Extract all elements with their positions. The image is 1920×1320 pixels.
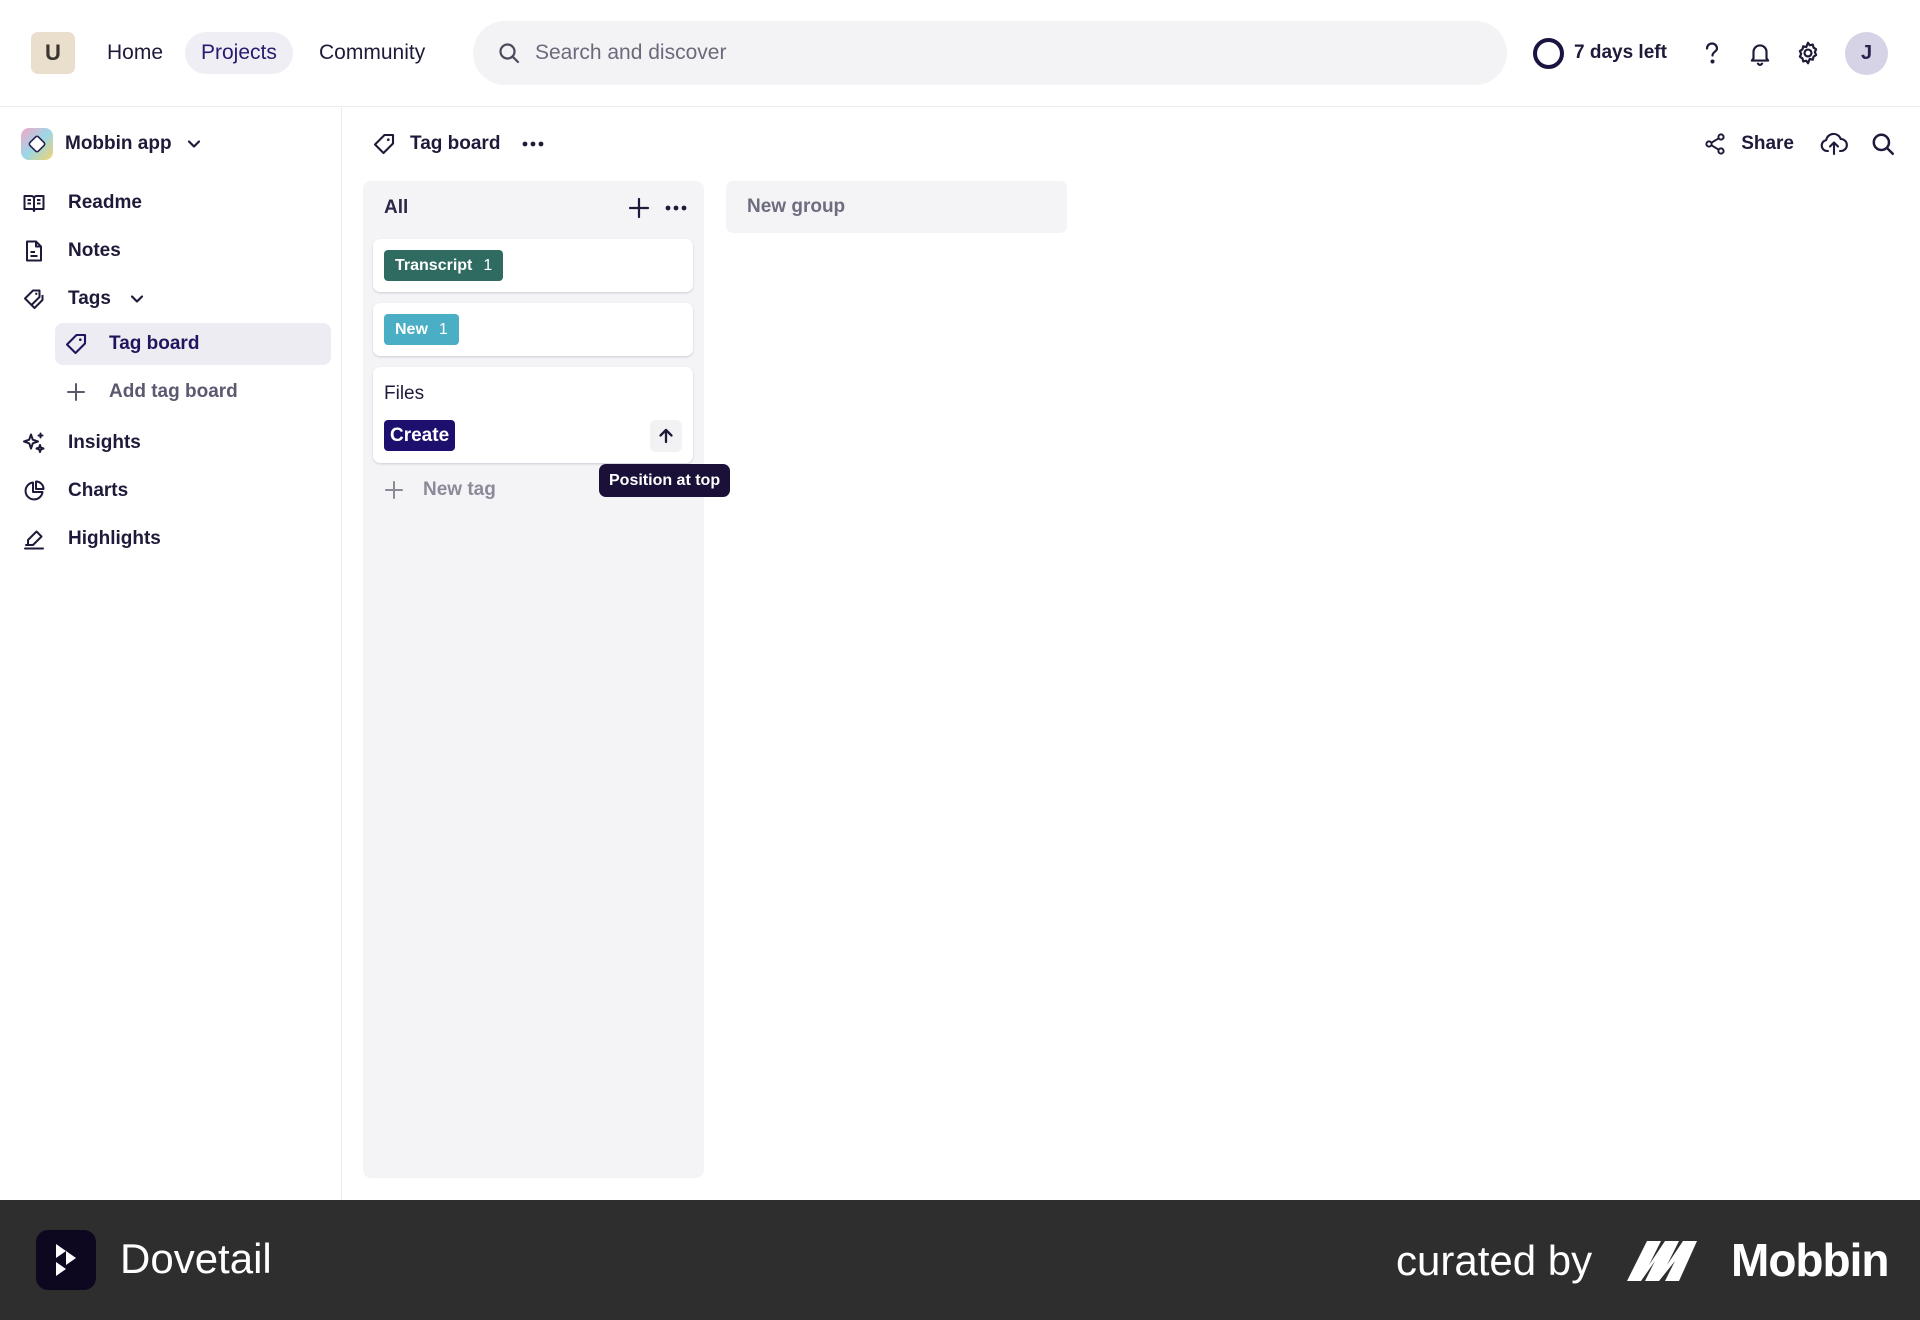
top-navigation: U Home Projects Community 7 days left J <box>0 0 1920 107</box>
add-tag-plus-icon[interactable] <box>626 195 652 221</box>
sidebar-item-tags[interactable]: Tags <box>22 279 147 319</box>
mobbin-logo-icon <box>1627 1241 1697 1281</box>
tag-name-input[interactable] <box>384 381 674 407</box>
tags-icon <box>24 289 44 309</box>
sidebar-item-label: Insights <box>68 432 141 453</box>
trial-progress-ring-icon <box>1533 37 1564 69</box>
header-actions: Share <box>1703 127 1896 161</box>
sidebar-item-label: Highlights <box>68 528 161 549</box>
sidebar-item-insights[interactable]: Insights <box>22 423 141 463</box>
column-more-options-icon[interactable] <box>663 195 689 221</box>
search-icon[interactable] <box>1870 131 1896 157</box>
sidebar-item-label: Tags <box>68 288 111 309</box>
new-tag-button[interactable]: New tag <box>383 476 496 504</box>
highlighter-icon <box>24 530 44 550</box>
sidebar-item-label: Charts <box>68 480 129 501</box>
project-switcher[interactable]: Mobbin app <box>21 127 204 161</box>
new-tag-label: New tag <box>423 479 496 500</box>
new-group-button[interactable]: New group <box>726 181 1067 233</box>
plus-icon <box>385 481 403 499</box>
chevron-down-icon <box>187 140 200 148</box>
share-label: Share <box>1741 133 1794 154</box>
sidebar-item-highlights[interactable]: Highlights <box>22 519 161 559</box>
tag-group-column: All Transcript 1 New 1 Create New tag <box>363 181 704 1178</box>
plus-icon <box>67 383 85 401</box>
notifications-bell-icon[interactable] <box>1743 36 1777 70</box>
tag-icon <box>65 333 87 355</box>
arrow-up-icon <box>659 428 673 444</box>
workspace-initial: U <box>45 40 61 65</box>
sparkle-icon <box>23 432 45 453</box>
user-avatar[interactable]: J <box>1845 32 1888 75</box>
search-input[interactable] <box>535 21 1485 85</box>
curated-by-text: curated by <box>1396 1237 1593 1284</box>
sidebar-item-label: Readme <box>68 192 142 213</box>
position-at-top-button[interactable] <box>650 420 682 452</box>
dovetail-logo-icon <box>36 1230 96 1290</box>
search-icon <box>499 43 520 64</box>
project-name: Mobbin app <box>65 133 172 154</box>
tag-icon <box>373 133 395 155</box>
tag-chip: Transcript 1 <box>384 250 504 281</box>
sidebar-item-tag-board[interactable]: Tag board <box>55 323 331 365</box>
share-button[interactable]: Share <box>1703 132 1794 156</box>
nav-home-link[interactable]: Home <box>91 32 179 74</box>
book-icon <box>23 195 45 212</box>
sidebar-item-readme[interactable]: Readme <box>22 183 142 223</box>
sidebar-item-label: Add tag board <box>109 381 238 402</box>
trial-status[interactable]: 7 days left <box>1533 37 1667 69</box>
sidebar-item-label: Notes <box>68 240 121 261</box>
sidebar-item-notes[interactable]: Notes <box>22 231 121 271</box>
share-icon <box>1705 133 1725 155</box>
user-initial: J <box>1860 42 1873 64</box>
create-button[interactable]: Create <box>384 420 456 451</box>
tag-label: New <box>395 320 428 338</box>
page-header: Tag board <box>372 127 546 161</box>
more-options-icon[interactable] <box>520 131 546 157</box>
tag-count: 1 <box>483 256 493 274</box>
search-bar[interactable] <box>473 21 1507 85</box>
footer-banner: Dovetail curated by Mobbin <box>0 1200 1920 1320</box>
trial-days-left: 7 days left <box>1574 42 1667 63</box>
page-title: Tag board <box>410 133 501 154</box>
project-logo-icon <box>21 128 53 160</box>
tag-card-transcript[interactable]: Transcript 1 <box>373 239 693 292</box>
nav-community-link[interactable]: Community <box>303 32 441 74</box>
new-tag-editor-card: Create <box>373 367 693 463</box>
document-icon <box>26 240 42 262</box>
sidebar-item-add-tag-board[interactable]: Add tag board <box>55 371 331 413</box>
footer-curator: Mobbin <box>1731 1234 1889 1286</box>
tag-count: 1 <box>438 320 448 338</box>
sidebar: Mobbin app Readme Notes Tags Tag board A… <box>0 107 342 1200</box>
position-at-top-tooltip: Position at top <box>599 464 731 497</box>
pie-chart-icon <box>24 480 45 501</box>
column-title: All <box>384 197 409 218</box>
tag-card-new[interactable]: New 1 <box>373 303 693 356</box>
sidebar-item-charts[interactable]: Charts <box>22 471 128 511</box>
cloud-upload-icon[interactable] <box>1820 131 1848 157</box>
footer-brand: Dovetail <box>120 1235 272 1282</box>
settings-gear-icon[interactable] <box>1791 36 1825 70</box>
sidebar-item-label: Tag board <box>109 333 200 354</box>
help-icon[interactable] <box>1695 36 1729 70</box>
tag-label: Transcript <box>395 256 473 274</box>
chevron-down-icon <box>130 295 144 303</box>
workspace-avatar[interactable]: U <box>31 32 75 74</box>
tag-chip: New 1 <box>384 314 459 345</box>
nav-projects-link[interactable]: Projects <box>185 32 293 74</box>
